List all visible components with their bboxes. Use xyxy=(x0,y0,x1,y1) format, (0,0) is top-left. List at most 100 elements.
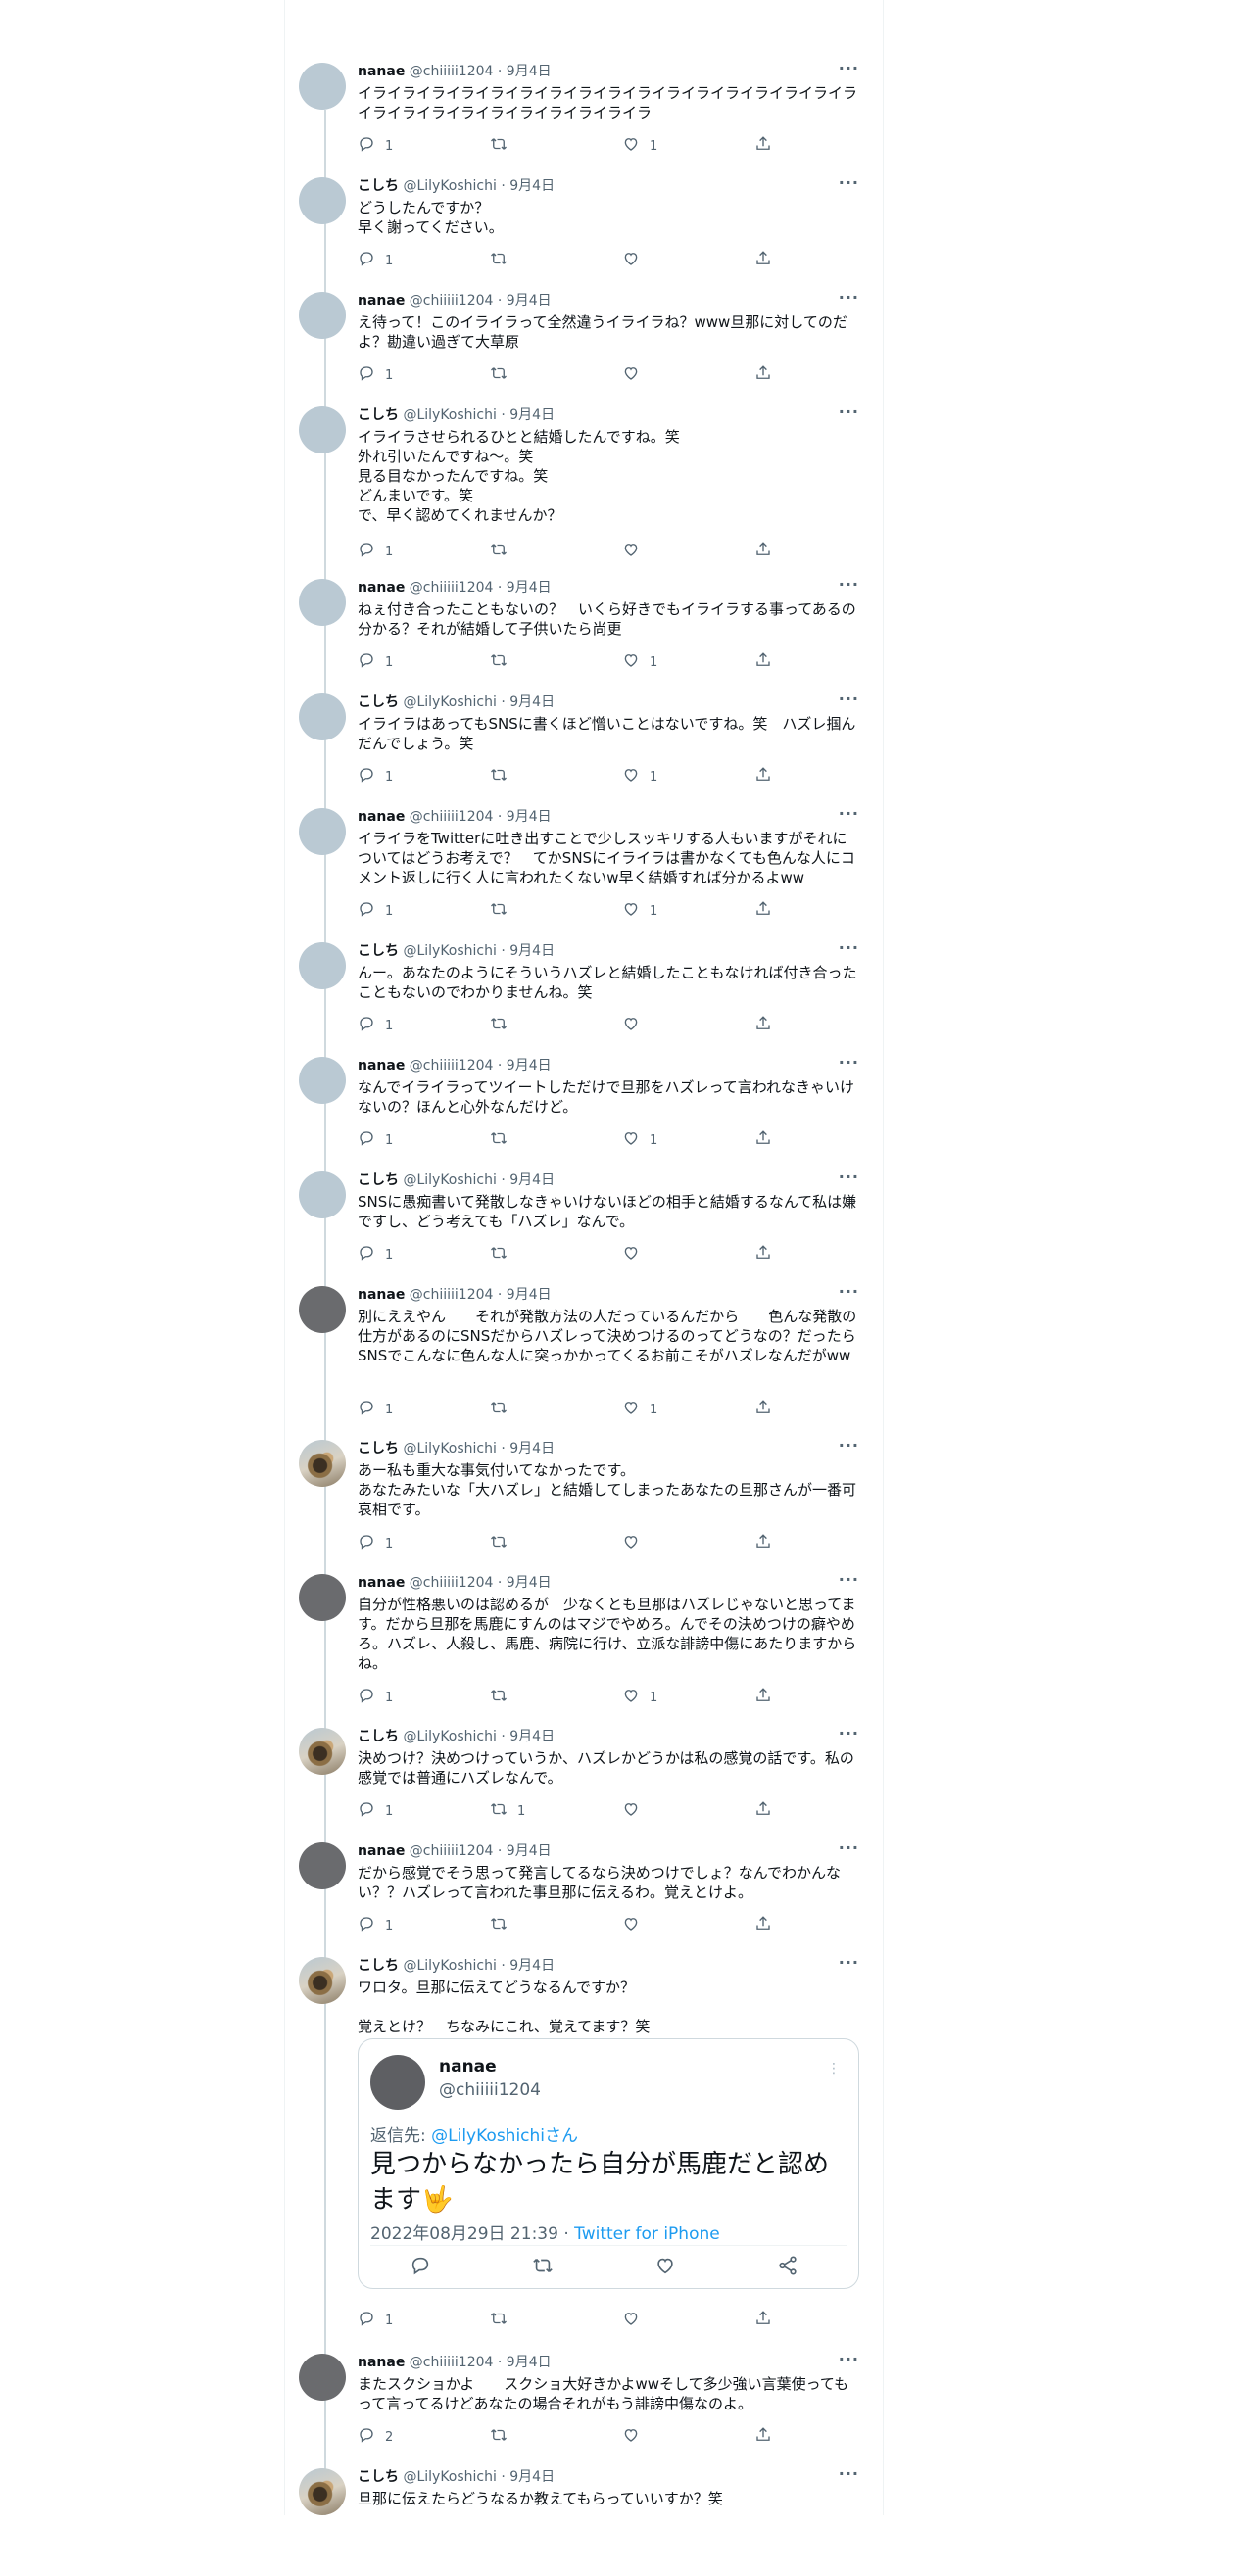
quoted-tweet-card[interactable]: nanae @chiiiii1204 ⋮ 返信先: @LilyKoshichiさん 見つ… xyxy=(358,2038,859,2289)
reply-button[interactable]: 1 xyxy=(358,365,393,385)
author-handle[interactable]: @chiiiii1204 xyxy=(410,1843,494,1859)
tweet-date[interactable]: 9月4日 xyxy=(509,1441,555,1456)
like-button[interactable]: 1 xyxy=(622,136,657,156)
share-button[interactable] xyxy=(754,251,772,270)
author-handle[interactable]: @LilyKoshichi xyxy=(403,178,496,194)
author-name[interactable]: nanae xyxy=(358,809,405,825)
share-button[interactable] xyxy=(754,136,772,156)
more-icon[interactable]: ··· xyxy=(839,804,859,823)
like-icon[interactable] xyxy=(654,2255,678,2278)
avatar[interactable] xyxy=(299,1574,346,1621)
author-name[interactable]: こしち xyxy=(358,1172,399,1188)
more-icon[interactable]: ··· xyxy=(839,938,859,957)
like-button[interactable] xyxy=(622,1916,650,1935)
author-handle[interactable]: @chiiiii1204 xyxy=(410,293,494,309)
author-name[interactable]: nanae xyxy=(358,1575,405,1591)
more-icon[interactable]: ··· xyxy=(839,1838,859,1857)
retweet-button[interactable] xyxy=(490,365,517,385)
retweet-button[interactable]: 1 xyxy=(490,1801,525,1821)
retweet-button[interactable] xyxy=(490,1245,517,1264)
share-button[interactable] xyxy=(754,1801,772,1821)
tweet-date[interactable]: 9月4日 xyxy=(509,178,555,194)
avatar[interactable] xyxy=(299,1728,346,1775)
share-button[interactable] xyxy=(754,1688,772,1707)
more-icon[interactable]: ··· xyxy=(839,1053,859,1072)
tweet-date[interactable]: 9月4日 xyxy=(509,943,555,959)
avatar[interactable] xyxy=(299,942,346,989)
reply-button[interactable]: 1 xyxy=(358,136,393,156)
like-button[interactable] xyxy=(622,1016,650,1035)
like-button[interactable] xyxy=(622,2311,650,2330)
tweet-date[interactable]: 9月4日 xyxy=(507,1058,552,1073)
tweet-date[interactable]: 9月4日 xyxy=(507,64,552,79)
reply-button[interactable]: 1 xyxy=(358,1801,393,1821)
retweet-button[interactable] xyxy=(490,901,517,921)
more-icon[interactable]: ··· xyxy=(839,288,859,307)
retweet-button[interactable] xyxy=(490,1688,517,1707)
reply-button[interactable]: 1 xyxy=(358,1130,393,1150)
retweet-button[interactable] xyxy=(490,1534,517,1553)
more-icon[interactable]: ··· xyxy=(839,575,859,594)
author-handle[interactable]: @LilyKoshichi xyxy=(403,2469,496,2485)
share-button[interactable] xyxy=(754,652,772,672)
author-name[interactable]: こしち xyxy=(358,943,399,959)
share-button[interactable] xyxy=(754,901,772,921)
more-icon[interactable]: ··· xyxy=(839,1168,859,1186)
author-name[interactable]: こしち xyxy=(358,1958,399,1974)
share-icon[interactable] xyxy=(777,2255,800,2278)
author-handle[interactable]: @LilyKoshichi xyxy=(403,943,496,959)
author-name[interactable]: nanae xyxy=(358,64,405,79)
retweet-button[interactable] xyxy=(490,1130,517,1150)
tweet-date[interactable]: 9月4日 xyxy=(507,2355,552,2370)
reply-button[interactable]: 1 xyxy=(358,652,393,672)
retweet-button[interactable] xyxy=(490,1400,517,1419)
more-icon[interactable]: ··· xyxy=(839,403,859,421)
like-button[interactable]: 1 xyxy=(622,1130,657,1150)
reply-button[interactable]: 1 xyxy=(358,2311,393,2330)
more-icon[interactable]: ··· xyxy=(839,1724,859,1742)
tweet-date[interactable]: 9月4日 xyxy=(507,580,552,596)
avatar[interactable] xyxy=(299,1842,346,1889)
like-button[interactable]: 1 xyxy=(622,1400,657,1419)
more-icon[interactable]: ··· xyxy=(839,2464,859,2483)
share-button[interactable] xyxy=(754,542,772,561)
tweet-date[interactable]: 9月4日 xyxy=(507,1287,552,1303)
share-button[interactable] xyxy=(754,1400,772,1419)
author-name[interactable]: nanae xyxy=(358,1058,405,1073)
retweet-button[interactable] xyxy=(490,1016,517,1035)
avatar[interactable] xyxy=(299,2354,346,2401)
more-icon[interactable]: ··· xyxy=(839,173,859,192)
author-handle[interactable]: @chiiiii1204 xyxy=(410,1287,494,1303)
author-name[interactable]: こしち xyxy=(358,178,399,194)
avatar[interactable] xyxy=(299,1286,346,1333)
tweet-date[interactable]: 9月4日 xyxy=(509,407,555,423)
retweet-button[interactable] xyxy=(490,136,517,156)
author-name[interactable]: nanae xyxy=(358,2355,405,2370)
author-name[interactable]: こしち xyxy=(358,694,399,710)
author-handle[interactable]: @LilyKoshichi xyxy=(403,1729,496,1744)
like-button[interactable] xyxy=(622,365,650,385)
share-button[interactable] xyxy=(754,1916,772,1935)
share-button[interactable] xyxy=(754,2311,772,2330)
retweet-button[interactable] xyxy=(490,251,517,270)
author-name[interactable]: nanae xyxy=(358,580,405,596)
author-handle[interactable]: @chiiiii1204 xyxy=(410,2355,494,2370)
retweet-button[interactable] xyxy=(490,2311,517,2330)
avatar[interactable] xyxy=(299,292,346,339)
avatar[interactable] xyxy=(299,406,346,453)
like-button[interactable]: 1 xyxy=(622,901,657,921)
tweet-date[interactable]: 9月4日 xyxy=(507,1843,552,1859)
reply-button[interactable]: 1 xyxy=(358,901,393,921)
share-button[interactable] xyxy=(754,365,772,385)
like-button[interactable]: 1 xyxy=(622,767,657,787)
reply-to-link[interactable]: @LilyKoshichiさん xyxy=(431,2126,578,2146)
like-button[interactable] xyxy=(622,1245,650,1264)
more-icon[interactable]: ··· xyxy=(839,1436,859,1455)
author-handle[interactable]: @chiiiii1204 xyxy=(410,809,494,825)
reply-button[interactable]: 2 xyxy=(358,2427,393,2447)
avatar[interactable] xyxy=(299,693,346,740)
reply-button[interactable]: 1 xyxy=(358,1245,393,1264)
more-icon[interactable]: ··· xyxy=(839,59,859,77)
avatar[interactable] xyxy=(299,2468,346,2515)
more-icon[interactable]: ··· xyxy=(839,690,859,708)
